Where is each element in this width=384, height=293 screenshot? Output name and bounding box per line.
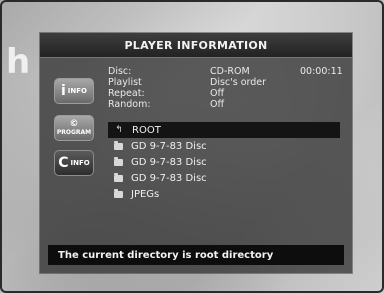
screen-border (0, 0, 384, 293)
